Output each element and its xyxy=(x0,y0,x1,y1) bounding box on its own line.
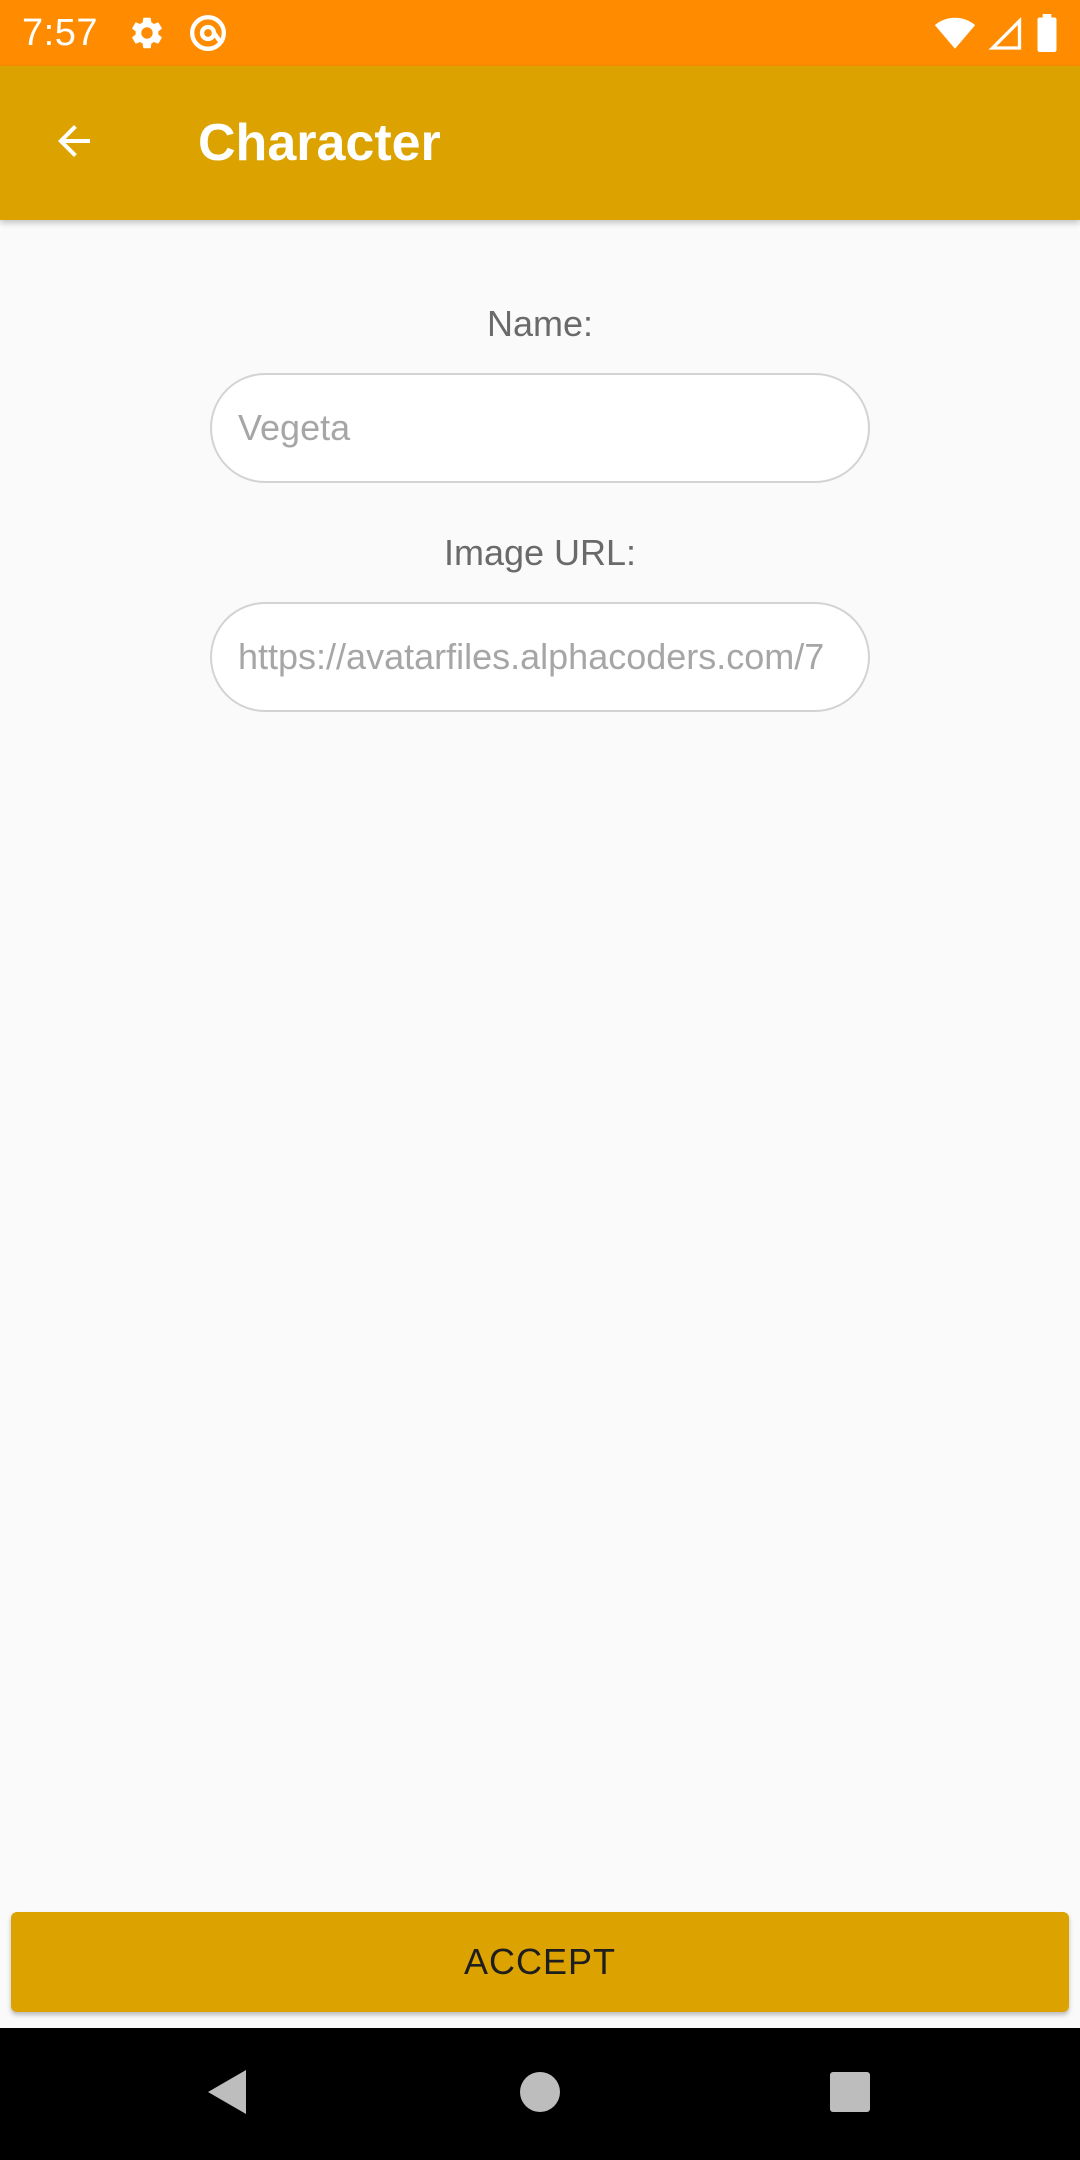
image-url-label: Image URL: xyxy=(443,532,637,573)
recents-square-icon xyxy=(829,2071,871,2118)
battery-icon xyxy=(1036,14,1058,52)
back-button[interactable] xyxy=(0,66,150,220)
home-circle-icon xyxy=(519,2071,561,2118)
accept-button[interactable]: ACCEPT xyxy=(11,1912,1069,2012)
page-title: Character xyxy=(198,114,441,172)
nav-recents-button[interactable] xyxy=(770,2028,930,2160)
wifi-icon xyxy=(934,15,976,51)
image-url-input[interactable] xyxy=(210,602,870,712)
status-time: 7:57 xyxy=(22,11,98,54)
status-bar: 7:57 xyxy=(0,0,1080,66)
app-bar: Character xyxy=(0,66,1080,220)
nav-home-button[interactable] xyxy=(460,2028,620,2160)
nav-back-button[interactable] xyxy=(148,2028,308,2160)
navigation-bar xyxy=(0,2028,1080,2160)
cell-signal-icon xyxy=(988,15,1024,51)
status-right-icons xyxy=(934,14,1058,52)
arrow-back-icon xyxy=(52,117,98,170)
name-label: Name: xyxy=(486,303,594,344)
screen: 7:57 Character Name: Vegeta Image URL: h… xyxy=(0,0,1080,2160)
status-left-icons xyxy=(128,13,228,53)
back-triangle-icon xyxy=(206,2068,250,2121)
at-sign-icon xyxy=(188,13,228,53)
name-input[interactable] xyxy=(210,373,870,483)
settings-gear-icon xyxy=(128,14,166,52)
